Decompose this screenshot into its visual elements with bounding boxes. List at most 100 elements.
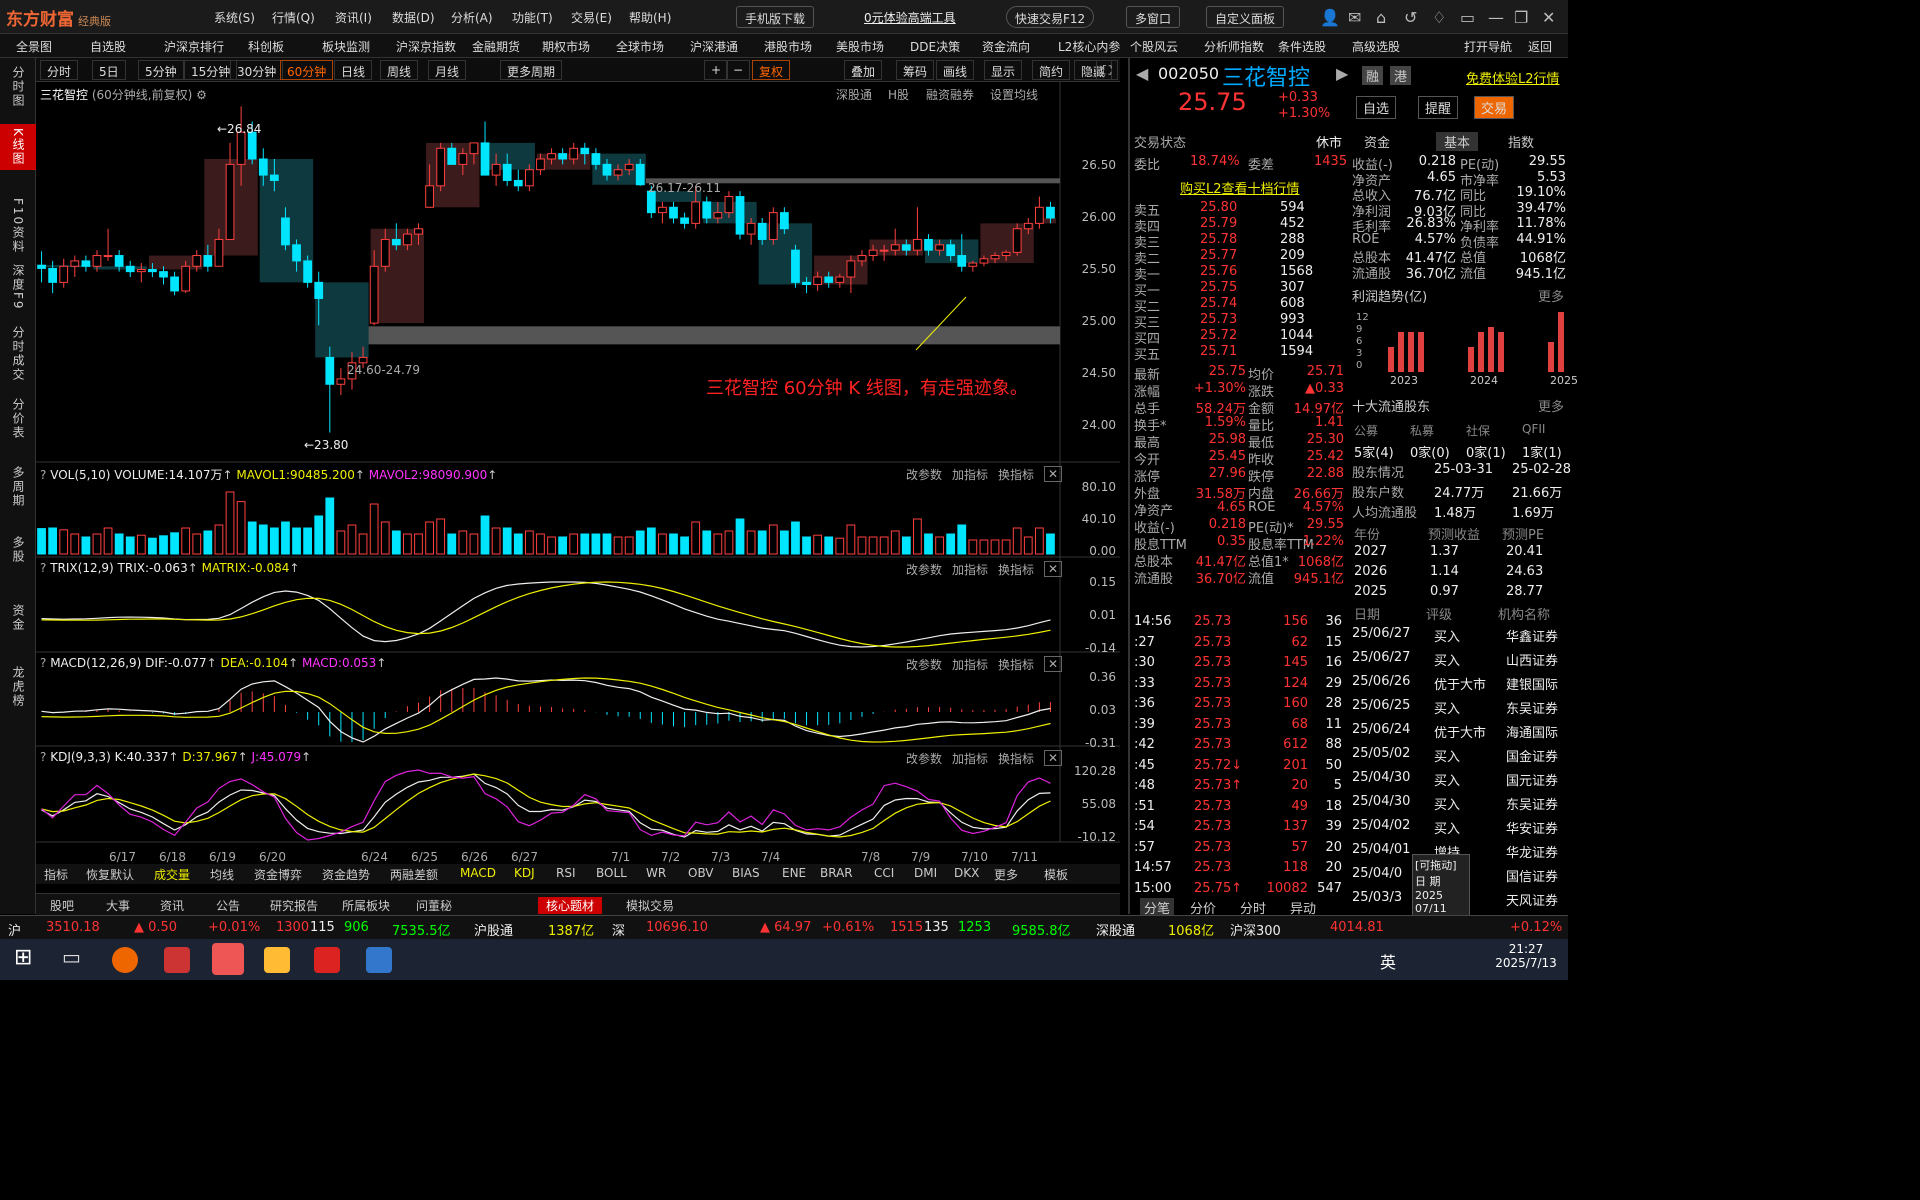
- info-tab-3[interactable]: 公告: [216, 897, 240, 914]
- clock[interactable]: 21:27 2025/7/13: [1486, 942, 1566, 970]
- task-view-icon[interactable]: ▭: [62, 945, 88, 971]
- left-tab-6[interactable]: 多周期: [0, 466, 36, 508]
- tool-5[interactable]: 简约: [1032, 60, 1071, 80]
- prev-stock-icon[interactable]: ◀: [1136, 64, 1148, 83]
- fund-tab-2[interactable]: 指数: [1508, 132, 1534, 151]
- l2-link[interactable]: 购买L2查看十档行情: [1180, 178, 1300, 197]
- plus-icon[interactable]: +: [704, 60, 729, 80]
- sub-ctrl-1-1[interactable]: 加指标: [952, 561, 988, 578]
- sub-ctrl-0-0[interactable]: 改参数: [906, 466, 942, 483]
- sub-ctrl-3-1[interactable]: 加指标: [952, 750, 988, 767]
- user-icon[interactable]: 👤: [1320, 8, 1340, 27]
- nav-item-13[interactable]: 资金流向: [982, 38, 1030, 55]
- indicator-tab-13[interactable]: BIAS: [732, 866, 760, 880]
- left-tab-3[interactable]: 深度F9: [0, 264, 36, 311]
- shirt-icon[interactable]: ♢: [1432, 8, 1446, 27]
- indicator-tab-0[interactable]: 指标: [44, 866, 68, 883]
- fullscreen-icon[interactable]: ⛶: [1096, 60, 1119, 80]
- nav-item-14[interactable]: L2核心内参: [1058, 38, 1120, 55]
- indicator-tab-4[interactable]: 资金博弈: [254, 866, 302, 883]
- nav-item-18[interactable]: 高级选股: [1352, 38, 1400, 55]
- close-icon[interactable]: ✕: [1542, 8, 1555, 27]
- indicator-tab-17[interactable]: DMI: [914, 866, 937, 880]
- info-tab-2[interactable]: 资讯: [160, 897, 184, 914]
- minus-icon[interactable]: −: [726, 60, 751, 80]
- nav-item-11[interactable]: 美股市场: [836, 38, 884, 55]
- indicator-tab-16[interactable]: CCI: [874, 866, 894, 880]
- promo-link[interactable]: 0元体验高端工具: [864, 9, 956, 26]
- fund-tab-1[interactable]: 基本: [1436, 132, 1479, 151]
- period-9[interactable]: 更多周期: [500, 60, 563, 80]
- tool-1[interactable]: 叠加: [844, 60, 883, 80]
- fund-tab-0[interactable]: 资金: [1364, 132, 1390, 151]
- mobile-download-button[interactable]: 手机版下载: [736, 6, 815, 28]
- tool-2[interactable]: 筹码: [896, 60, 935, 80]
- close-icon[interactable]: ✕: [1044, 466, 1063, 482]
- chart-link-1[interactable]: H股: [888, 86, 909, 103]
- indicator-tab-9[interactable]: RSI: [556, 866, 576, 880]
- app-icon-1[interactable]: [164, 947, 190, 973]
- app-icon-3[interactable]: [366, 947, 392, 973]
- menu-5[interactable]: 功能(T): [512, 9, 553, 26]
- nav-item-10[interactable]: 港股市场: [764, 38, 812, 55]
- multi-window-button[interactable]: 多窗口: [1126, 6, 1181, 28]
- left-tab-8[interactable]: 资金: [0, 604, 36, 632]
- app-icon-2[interactable]: [314, 947, 340, 973]
- nav-item-16[interactable]: 分析师指数: [1204, 38, 1264, 55]
- nav-item-7[interactable]: 期权市场: [542, 38, 590, 55]
- nav-item-2[interactable]: 沪深京排行: [164, 38, 224, 55]
- info-tab-8[interactable]: 模拟交易: [626, 897, 674, 914]
- nav-item-15[interactable]: 个股风云: [1130, 38, 1178, 55]
- period-1[interactable]: 5日: [92, 60, 126, 80]
- indicator-tab-20[interactable]: 模板: [1044, 866, 1068, 883]
- quick-trade-button[interactable]: 快速交易F12: [1006, 6, 1095, 28]
- indicator-tab-12[interactable]: OBV: [688, 866, 714, 880]
- left-tab-7[interactable]: 多股: [0, 536, 36, 564]
- chart-link-0[interactable]: 深股通: [836, 86, 872, 103]
- period-7[interactable]: 周线: [380, 60, 419, 80]
- nav-item-0[interactable]: 全景图: [16, 38, 52, 55]
- indicator-tab-18[interactable]: DKX: [954, 866, 979, 880]
- indicator-tab-2[interactable]: 成交量: [154, 866, 190, 883]
- back-icon[interactable]: ↺: [1404, 8, 1417, 27]
- eastmoney-icon[interactable]: [212, 943, 244, 975]
- nav-item-3[interactable]: 科创板: [248, 38, 284, 55]
- info-tab-6[interactable]: 问董秘: [416, 897, 452, 914]
- left-tab-0[interactable]: 分时图: [0, 66, 36, 108]
- nav-item-4[interactable]: 板块监测: [322, 38, 370, 55]
- left-tab-5[interactable]: 分价表: [0, 398, 36, 440]
- windows-start-icon[interactable]: ⊞: [14, 945, 40, 971]
- indicator-tab-10[interactable]: BOLL: [596, 866, 627, 880]
- sub-ctrl-3-2[interactable]: 换指标: [998, 750, 1034, 767]
- nav-item-8[interactable]: 全球市场: [616, 38, 664, 55]
- info-tab-5[interactable]: 所属板块: [342, 897, 390, 914]
- indicator-tab-7[interactable]: MACD: [460, 866, 496, 880]
- action-button-0[interactable]: 自选: [1356, 96, 1397, 119]
- chart-link-2[interactable]: 融资融券: [926, 86, 974, 103]
- nav-item-20[interactable]: 返回: [1528, 38, 1552, 55]
- indicator-tab-15[interactable]: BRAR: [820, 866, 853, 880]
- sub-ctrl-0-1[interactable]: 加指标: [952, 466, 988, 483]
- next-stock-icon[interactable]: ▶: [1336, 64, 1348, 83]
- ime-indicator[interactable]: 英: [1380, 949, 1396, 973]
- info-tab-1[interactable]: 大事: [106, 897, 130, 914]
- nav-item-17[interactable]: 条件选股: [1278, 38, 1326, 55]
- info-tab-7[interactable]: 核心题材: [538, 897, 603, 914]
- sub-ctrl-0-2[interactable]: 换指标: [998, 466, 1034, 483]
- menu-6[interactable]: 交易(E): [571, 9, 612, 26]
- more-link[interactable]: 更多: [1538, 286, 1564, 305]
- left-tab-9[interactable]: 龙虎榜: [0, 666, 36, 708]
- tool-3[interactable]: 画线: [936, 60, 975, 80]
- close-icon[interactable]: ✕: [1044, 750, 1063, 766]
- custom-panel-button[interactable]: 自定义面板: [1206, 6, 1285, 28]
- close-icon[interactable]: ✕: [1044, 561, 1063, 577]
- menu-2[interactable]: 资讯(I): [335, 9, 372, 26]
- period-0[interactable]: 分时: [40, 60, 79, 80]
- info-tab-4[interactable]: 研究报告: [270, 897, 318, 914]
- settings-icon[interactable]: ⚙: [196, 88, 207, 102]
- minimize-icon[interactable]: —: [1488, 8, 1504, 27]
- nav-item-12[interactable]: DDE决策: [910, 38, 960, 55]
- firefox-icon[interactable]: [112, 947, 138, 973]
- more-link[interactable]: 更多: [1538, 396, 1564, 415]
- nav-item-1[interactable]: 自选股: [90, 38, 126, 55]
